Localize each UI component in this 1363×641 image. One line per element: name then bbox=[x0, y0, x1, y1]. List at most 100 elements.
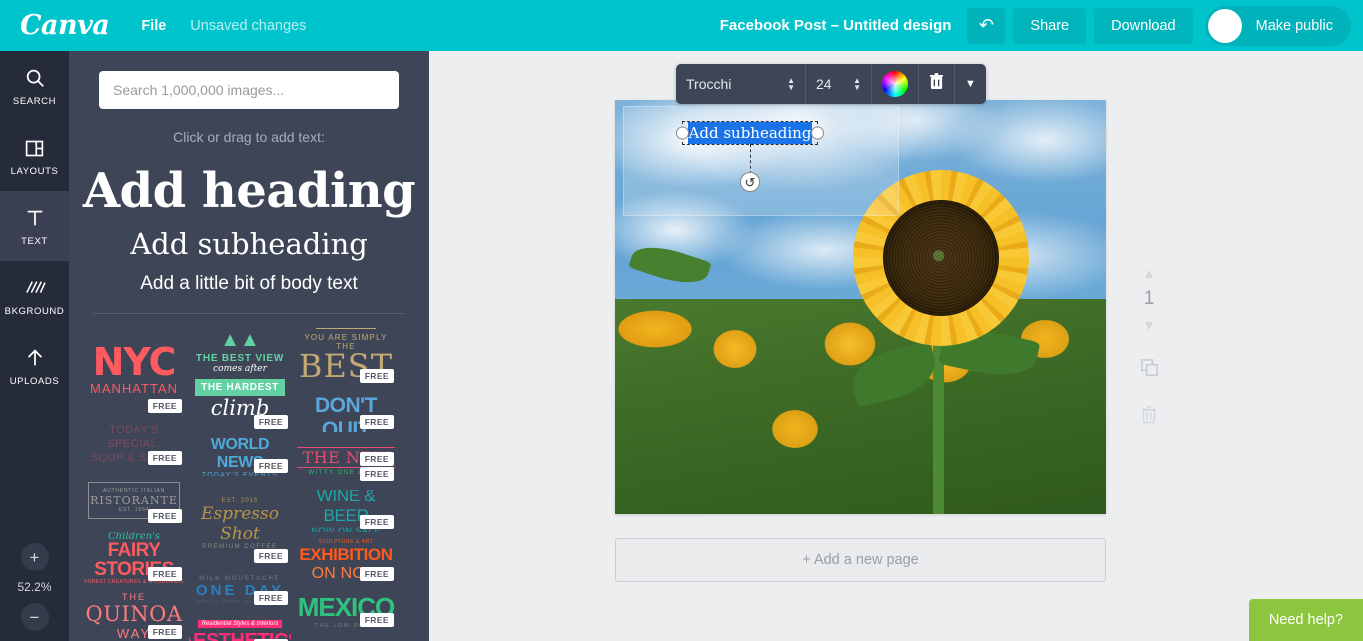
template-title: Espresso Shot bbox=[201, 504, 279, 544]
rotate-connector bbox=[750, 144, 751, 174]
template-nyc[interactable]: NYC MANHATTAN FREE bbox=[83, 324, 185, 416]
template-quinoa[interactable]: THE QUINOA WAY FREE bbox=[83, 590, 185, 641]
menu-file[interactable]: File bbox=[141, 18, 166, 34]
canva-editor: Canva File Unsaved changes Facebook Post… bbox=[0, 0, 1363, 641]
design-title[interactable]: Facebook Post – Untitled design bbox=[720, 17, 952, 34]
delete-element-button[interactable] bbox=[919, 64, 955, 104]
move-page-up-icon[interactable]: ▲ bbox=[1142, 266, 1156, 280]
sidebar-item-uploads[interactable]: UPLOADS bbox=[0, 331, 69, 401]
template-title: ONE DAY bbox=[196, 581, 284, 599]
template-column-2: ▲▲ THE BEST VIEW comes after THE HARDEST… bbox=[189, 324, 291, 641]
free-badge: FREE bbox=[147, 625, 182, 639]
template-subtitle: TODAY'S EVENTS bbox=[201, 471, 279, 477]
template-bottom-line: FOREST CREATURES & WOODLANDS bbox=[84, 578, 184, 584]
font-size-selector[interactable]: 24 ▲ ▼ bbox=[806, 64, 872, 104]
template-tag: Residential Styles & Interiors bbox=[197, 620, 283, 628]
page-controls: ▲ 1 ▼ bbox=[1129, 266, 1169, 427]
save-status: Unsaved changes bbox=[190, 17, 307, 34]
template-subtitle: NOW ON SALE bbox=[311, 526, 381, 532]
top-bar-actions: Facebook Post – Untitled design ↶ Share … bbox=[720, 5, 1351, 46]
canva-logo[interactable]: Canva bbox=[20, 12, 110, 39]
template-title: QUINOA bbox=[85, 601, 183, 626]
search-input[interactable] bbox=[99, 71, 399, 109]
font-family-stepper-icon[interactable]: ▲ ▼ bbox=[787, 77, 795, 92]
template-halfway[interactable]: halfway ABOUT CIRCLE FREE bbox=[295, 636, 397, 641]
template-aesthetics[interactable]: Residential Styles & Interiors AESTHETIC… bbox=[189, 614, 291, 641]
avatar bbox=[1207, 8, 1242, 43]
search-icon bbox=[24, 65, 46, 91]
zoom-controls: + 52.2% − bbox=[0, 543, 69, 631]
template-ristorante[interactable]: AUTHENTIC ITALIAN RISTORANTE EST. 1964 F… bbox=[83, 474, 185, 526]
template-line-1: THE BEST VIEW bbox=[195, 353, 285, 364]
template-exhibition[interactable]: SCULPTURE & ART EXHIBITION ON NOW FREE bbox=[295, 538, 397, 584]
sidebar-item-bkground[interactable]: BKGROUND bbox=[0, 261, 69, 331]
sidebar-label-search: SEARCH bbox=[12, 96, 57, 107]
left-rail: SEARCH LAYOUTS TEXT BKGROUND UPLOADS + 5… bbox=[0, 51, 69, 641]
font-family-selector[interactable]: Trocchi ▲ ▼ bbox=[676, 64, 806, 104]
template-one-day[interactable]: MILK MOUSTACHE ONE DAY build your dream,… bbox=[189, 572, 291, 608]
template-subtitle: THE LOW-DOWN bbox=[314, 622, 378, 629]
more-options-button[interactable]: ▼ bbox=[955, 64, 986, 104]
add-body-text-sample[interactable]: Add a little bit of body text bbox=[69, 273, 429, 295]
sunflower-disc bbox=[883, 200, 999, 316]
template-subtitle: MANHATTAN bbox=[90, 380, 178, 396]
resize-handle-left[interactable] bbox=[676, 126, 689, 140]
sidebar-label-text: TEXT bbox=[21, 236, 48, 247]
divider-line-bottom bbox=[297, 466, 395, 468]
rotate-handle[interactable]: ↺ bbox=[740, 172, 760, 192]
template-bottom-line: EST. 1964 bbox=[118, 506, 150, 513]
zoom-in-button[interactable]: + bbox=[20, 543, 49, 571]
sidebar-label-uploads: UPLOADS bbox=[9, 376, 60, 387]
color-wheel-icon bbox=[882, 71, 908, 97]
sidebar-item-search[interactable]: SEARCH bbox=[0, 51, 69, 121]
template-fairy-stories[interactable]: Children's FAIRY STORIES FOREST CREATURE… bbox=[83, 532, 185, 584]
template-espresso-shot[interactable]: EST. 2015 Espresso Shot PREMIUM COFFEE F… bbox=[189, 482, 291, 566]
font-size-stepper-icon[interactable]: ▲ ▼ bbox=[853, 77, 861, 92]
template-dont-quit[interactable]: PUSH YOURSELF TO THE LIMIT DON'T QUIT FR… bbox=[295, 392, 397, 432]
template-title: NYC bbox=[92, 340, 177, 385]
template-line-3: THE HARDEST bbox=[195, 379, 285, 396]
move-page-down-icon[interactable]: ▼ bbox=[1142, 318, 1156, 332]
template-title: FAIRY STORIES bbox=[94, 540, 174, 580]
template-column-1: NYC MANHATTAN FREE TODAY'S SPECIAL: SOUP… bbox=[83, 324, 185, 641]
layouts-icon bbox=[24, 135, 45, 161]
need-help-button[interactable]: Need help? bbox=[1248, 599, 1363, 641]
text-icon bbox=[24, 205, 46, 231]
resize-handle-right[interactable] bbox=[811, 126, 824, 140]
delete-page-button[interactable] bbox=[1141, 406, 1157, 427]
template-best-view[interactable]: ▲▲ THE BEST VIEW comes after THE HARDEST… bbox=[189, 324, 291, 432]
text-color-button[interactable] bbox=[872, 64, 919, 104]
add-heading-sample[interactable]: Add heading bbox=[69, 163, 429, 219]
template-the-new[interactable]: THE NEW WITTY ONE LINER FREE FREE bbox=[295, 438, 397, 484]
page-number: 1 bbox=[1143, 288, 1155, 309]
template-title: AESTHETICS bbox=[189, 630, 291, 641]
design-canvas[interactable]: Add subheading ↺ bbox=[615, 100, 1106, 514]
template-bottom-line: PREMIUM COFFEE bbox=[202, 544, 278, 550]
add-subheading-sample[interactable]: Add subheading bbox=[69, 227, 429, 261]
duplicate-page-button[interactable] bbox=[1140, 358, 1159, 380]
divider-line bbox=[316, 328, 376, 330]
download-button[interactable]: Download bbox=[1094, 7, 1193, 44]
template-title: THE NEW bbox=[302, 447, 390, 467]
selected-text-element[interactable]: Add subheading ↺ bbox=[676, 121, 824, 192]
template-line-2: comes after bbox=[213, 364, 267, 374]
template-simply-the-best[interactable]: YOU ARE SIMPLY THE BEST FREE bbox=[295, 324, 397, 386]
sidebar-label-layouts: LAYOUTS bbox=[10, 166, 59, 177]
template-wine-beer[interactable]: WINE & BEER NOW ON SALE FREE bbox=[295, 490, 397, 532]
zoom-out-button[interactable]: − bbox=[20, 603, 49, 631]
template-mexico[interactable]: MEXICO THE LOW-DOWN FREE bbox=[295, 590, 397, 630]
add-new-page-button[interactable]: + Add a new page bbox=[615, 538, 1106, 582]
template-world-news[interactable]: WORLD NEWS TODAY'S EVENTS FREE bbox=[189, 438, 291, 476]
trash-icon bbox=[929, 73, 944, 95]
panel-hint: Click or drag to add text: bbox=[173, 129, 325, 145]
sidebar-item-layouts[interactable]: LAYOUTS bbox=[0, 121, 69, 191]
share-button[interactable]: Share bbox=[1013, 7, 1087, 44]
make-public-toggle[interactable]: Make public bbox=[1204, 5, 1351, 46]
sidebar-item-text[interactable]: TEXT bbox=[0, 191, 69, 261]
selected-text-value: Add subheading bbox=[687, 122, 813, 144]
free-badge: FREE bbox=[253, 549, 288, 563]
upload-icon bbox=[24, 345, 46, 371]
template-bottom-line: WAY bbox=[116, 625, 152, 641]
undo-button[interactable]: ↶ bbox=[967, 7, 1006, 44]
template-todays-special[interactable]: TODAY'S SPECIAL: SOUP & SALAD FREE bbox=[83, 422, 185, 468]
